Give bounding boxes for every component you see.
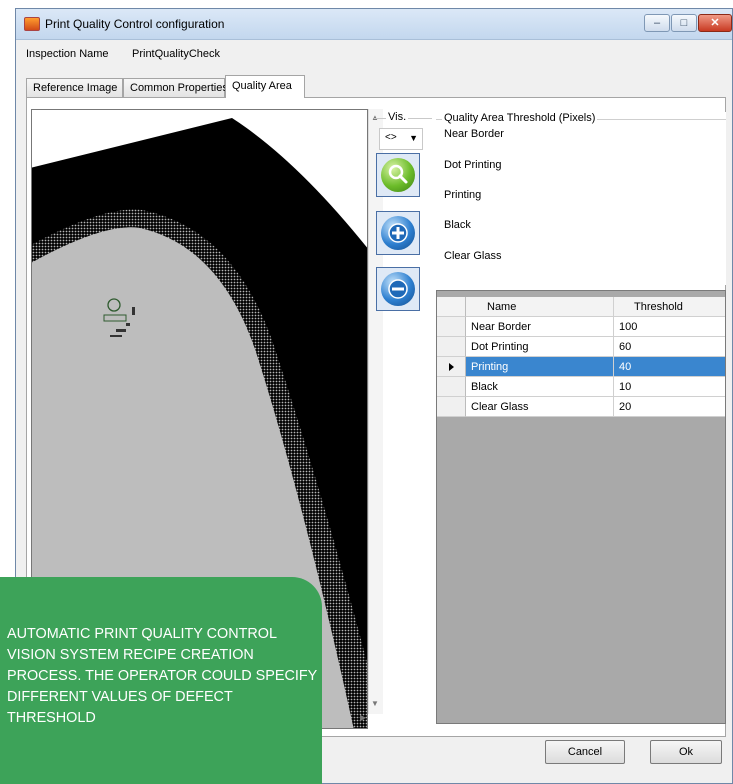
table-row[interactable]: Black 10 (437, 377, 725, 397)
row-selector[interactable] (437, 377, 466, 397)
row-selector[interactable] (437, 357, 466, 377)
row-selector[interactable] (437, 337, 466, 357)
cancel-button[interactable]: Cancel (545, 740, 625, 764)
cell-name[interactable]: Printing (466, 357, 614, 377)
cell-name[interactable]: Dot Printing (466, 337, 614, 357)
threshold-label: Dot Printing (444, 159, 502, 171)
tab-common-properties[interactable]: Common Properties (123, 78, 228, 97)
close-button[interactable]: ✕ (698, 14, 732, 32)
zoom-button[interactable] (376, 153, 420, 197)
minimize-button[interactable]: – (644, 14, 670, 32)
tab-reference-image[interactable]: Reference Image (26, 78, 123, 97)
visibility-group: Vis. <> ▼ (374, 111, 432, 155)
visibility-select[interactable]: <> ▼ (379, 128, 423, 150)
plus-icon (381, 216, 415, 250)
grid-header: Name Threshold (437, 297, 725, 317)
column-header-threshold[interactable]: Threshold (614, 297, 725, 317)
visibility-legend: Vis. (386, 111, 409, 123)
scroll-right-icon[interactable]: ▶ (360, 713, 366, 722)
title-bar[interactable]: Print Quality Control configuration – □ … (16, 9, 732, 40)
caption-text: AUTOMATIC PRINT QUALITY CONTROL VISION S… (7, 626, 318, 726)
tab-quality-area[interactable]: Quality Area (225, 75, 305, 98)
threshold-label: Printing (444, 189, 482, 201)
row-selector[interactable] (437, 317, 466, 337)
maximize-button[interactable]: □ (671, 14, 697, 32)
table-row[interactable]: Near Border 100 (437, 317, 725, 337)
window-title: Print Quality Control configuration (45, 17, 225, 31)
viewer-scrollbar[interactable]: ▲ ▼ (368, 109, 383, 714)
cell-threshold[interactable]: 100 (614, 317, 725, 337)
app-icon (24, 17, 40, 31)
chevron-down-icon: ▼ (409, 133, 418, 143)
cell-threshold[interactable]: 10 (614, 377, 725, 397)
minus-icon (381, 272, 415, 306)
cell-threshold[interactable]: 20 (614, 397, 725, 417)
threshold-legend: Quality Area Threshold (Pixels) (442, 112, 598, 124)
table-row[interactable]: Dot Printing 60 (437, 337, 725, 357)
inspection-name-value[interactable]: PrintQualityCheck (132, 48, 220, 60)
cell-name[interactable]: Clear Glass (466, 397, 614, 417)
remove-area-button[interactable] (376, 267, 420, 311)
row-selector[interactable] (437, 397, 466, 417)
scroll-down-icon[interactable]: ▼ (371, 699, 379, 708)
threshold-label: Clear Glass (444, 250, 502, 262)
table-row[interactable]: Printing 40 (437, 357, 725, 377)
table-row[interactable]: Clear Glass 20 (437, 397, 725, 417)
caption-callout: AUTOMATIC PRINT QUALITY CONTROL VISION S… (0, 577, 322, 784)
threshold-label: Black (444, 219, 471, 231)
inspection-name-label: Inspection Name (26, 48, 109, 60)
cell-name[interactable]: Black (466, 377, 614, 397)
cell-threshold[interactable]: 60 (614, 337, 725, 357)
row-pointer-icon (449, 363, 454, 371)
threshold-label: Near Border (444, 128, 504, 140)
ok-button[interactable]: Ok (650, 740, 722, 764)
visibility-value: <> (385, 132, 397, 143)
column-header-name[interactable]: Name (466, 297, 614, 317)
threshold-panel: Quality Area Threshold (Pixels) Near Bor… (436, 112, 726, 285)
cell-threshold[interactable]: 40 (614, 357, 725, 377)
add-area-button[interactable] (376, 211, 420, 255)
threshold-grid[interactable]: Name Threshold Near Border 100 Dot Print… (436, 290, 726, 724)
cell-name[interactable]: Near Border (466, 317, 614, 337)
magnifier-icon (381, 158, 415, 192)
